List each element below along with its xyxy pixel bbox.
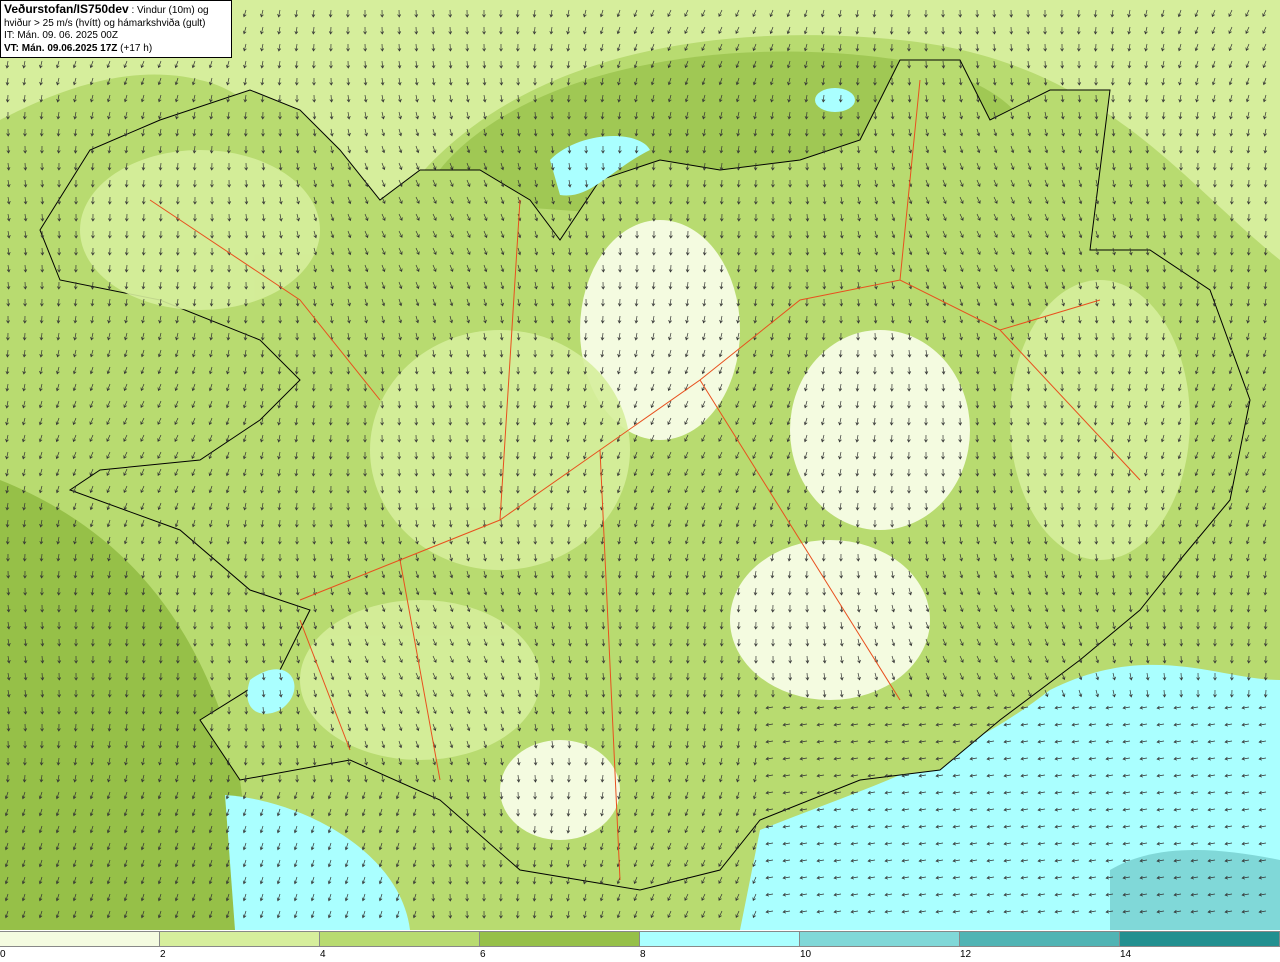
legend-tick-label: 2 bbox=[160, 949, 166, 960]
legend-tick-label: 6 bbox=[480, 949, 486, 960]
legend-swatch bbox=[960, 932, 1120, 946]
legend-tick-label: 10 bbox=[800, 949, 812, 960]
valid-time: VT: Mán. 09.06.2025 17Z bbox=[4, 42, 118, 54]
lead-time: (+17 h) bbox=[117, 42, 153, 54]
description-line1: : Vindur (10m) og bbox=[128, 5, 209, 16]
legend-swatch bbox=[160, 932, 320, 946]
color-legend: 0 2 4 6 8 10 12 14 bbox=[0, 931, 1280, 960]
source-label: Veðurstofan/IS750dev bbox=[4, 2, 129, 16]
legend-tick-label: 8 bbox=[640, 949, 646, 960]
wind-map bbox=[0, 0, 1280, 930]
legend-tick-label: 4 bbox=[320, 949, 326, 960]
legend-tick-label: 14 bbox=[1120, 949, 1132, 960]
legend-tick-label: 0 bbox=[0, 949, 6, 960]
legend-swatch bbox=[1120, 932, 1280, 946]
legend-swatch bbox=[480, 932, 640, 946]
legend-swatch bbox=[320, 932, 480, 946]
legend-swatches bbox=[0, 931, 1280, 947]
sea-faster-southeast bbox=[1110, 850, 1280, 930]
legend-swatch bbox=[640, 932, 800, 946]
initial-time: IT: Mán. 09. 06. 2025 00Z bbox=[4, 30, 118, 41]
legend-tick-label: 12 bbox=[960, 949, 972, 960]
description-line2: hviður > 25 m/s (hvítt) og hámarkshviða … bbox=[4, 17, 206, 29]
legend-swatch bbox=[0, 932, 160, 946]
map-title-box: Veðurstofan/IS750dev : Vindur (10m) og h… bbox=[0, 0, 232, 58]
legend-swatch bbox=[800, 932, 960, 946]
